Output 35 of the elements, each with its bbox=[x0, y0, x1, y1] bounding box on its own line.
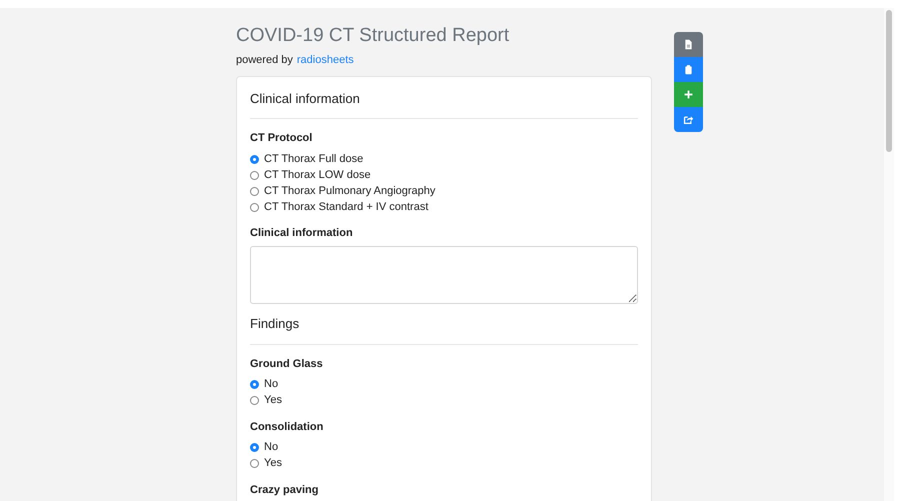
radio-button[interactable] bbox=[250, 443, 259, 452]
section-heading: Clinical information bbox=[250, 90, 361, 108]
page-title: COVID-19 CT Structured Report bbox=[236, 24, 510, 48]
field-label: Consolidation bbox=[250, 420, 324, 434]
radio-button[interactable] bbox=[250, 170, 259, 180]
radio-button[interactable] bbox=[250, 186, 259, 196]
option-label: CT Thorax Pulmonary Angiography bbox=[264, 184, 436, 199]
toolbar-button[interactable] bbox=[674, 32, 703, 57]
toolbar-button[interactable] bbox=[674, 57, 703, 82]
clipboard-icon bbox=[683, 64, 694, 75]
radio-button[interactable] bbox=[250, 396, 259, 405]
plus-icon bbox=[683, 89, 694, 100]
option-label: CT Thorax LOW dose bbox=[264, 168, 371, 183]
document-icon bbox=[683, 39, 694, 50]
option-label: CT Thorax Standard + IV contrast bbox=[264, 200, 428, 215]
option-label: CT Thorax Full dose bbox=[264, 152, 364, 167]
radio-button[interactable] bbox=[250, 459, 259, 468]
field-label: Clinical information bbox=[250, 226, 354, 240]
toolbar-button[interactable] bbox=[674, 82, 703, 107]
option-label: Yes bbox=[264, 456, 282, 472]
option-label: No bbox=[264, 440, 278, 456]
field-label: CT Protocol bbox=[250, 131, 314, 145]
radio-button[interactable] bbox=[250, 154, 259, 164]
field-label: Ground Glass bbox=[250, 356, 324, 370]
scrollbar-thumb[interactable] bbox=[886, 10, 892, 152]
share-icon bbox=[683, 114, 694, 125]
powered-by-text: powered by bbox=[236, 53, 293, 68]
radio-button[interactable] bbox=[250, 202, 259, 212]
field-label: Crazy paving bbox=[250, 482, 320, 496]
option-label: No bbox=[264, 377, 278, 392]
radio-button[interactable] bbox=[250, 380, 259, 389]
radiosheets-link[interactable]: radiosheets bbox=[296, 52, 354, 68]
option-label: Yes bbox=[264, 393, 282, 408]
section-heading: Findings bbox=[250, 315, 300, 333]
toolbar-button[interactable] bbox=[674, 107, 703, 132]
